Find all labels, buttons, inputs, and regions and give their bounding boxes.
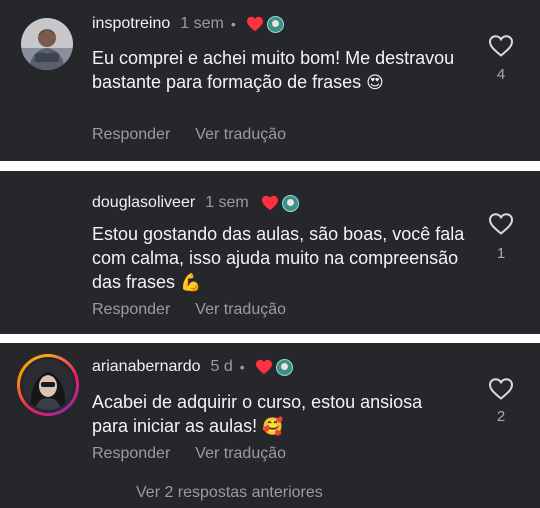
heart-eyes-emoji-icon: 😍 xyxy=(366,73,384,93)
username[interactable]: douglasoliveer xyxy=(92,194,195,212)
reply-button[interactable]: Responder xyxy=(92,445,170,465)
comment-actions: Responder Ver tradução xyxy=(92,445,286,465)
like-heart-icon[interactable] xyxy=(488,34,514,58)
like-count: 4 xyxy=(496,66,506,83)
avatar[interactable] xyxy=(21,18,73,70)
translate-button[interactable]: Ver tradução xyxy=(195,126,286,146)
creator-liked-heart-icon xyxy=(255,359,272,375)
comment-card: arianabernardo 5 d • Acabei de adquirir … xyxy=(0,343,540,508)
comment-body: Eu comprei e achei muito bom! Me destrav… xyxy=(92,48,455,92)
creator-liked-heart-icon xyxy=(246,16,263,32)
creator-avatar-icon xyxy=(275,358,293,376)
creator-avatar-icon xyxy=(281,194,299,212)
comment-meta: inspotreino 1 sem • xyxy=(92,14,284,34)
comment-meta: douglasoliveer 1 sem xyxy=(92,193,299,213)
comment-actions: Responder Ver tradução xyxy=(92,126,286,146)
comment-meta: arianabernardo 5 d • xyxy=(92,357,293,377)
like-heart-icon[interactable] xyxy=(488,212,514,236)
smiling-face-with-hearts-emoji-icon: 🥰 xyxy=(262,417,284,437)
view-previous-replies-button[interactable]: Ver 2 respostas anteriores xyxy=(136,484,323,502)
comment-card: inspotreino 1 sem • Eu comprei e achei m… xyxy=(0,0,540,161)
comment-body: Estou gostando das aulas, são boas, você… xyxy=(92,224,465,292)
translate-button[interactable]: Ver tradução xyxy=(195,445,286,465)
avatar-story-ring[interactable] xyxy=(17,354,79,416)
separator-dot: • xyxy=(230,16,236,32)
timestamp: 5 d xyxy=(210,358,233,375)
comment-text: Estou gostando das aulas, são boas, você… xyxy=(92,222,467,295)
flexed-biceps-emoji-icon: 💪 xyxy=(180,273,202,293)
reply-button[interactable]: Responder xyxy=(92,126,170,146)
comment-actions: Responder Ver tradução xyxy=(92,301,286,321)
timestamp: 1 sem xyxy=(180,15,224,32)
username[interactable]: inspotreino xyxy=(92,15,170,33)
username[interactable]: arianabernardo xyxy=(92,358,201,376)
comment-text: Acabei de adquirir o curso, estou ansios… xyxy=(92,390,462,439)
translate-button[interactable]: Ver tradução xyxy=(195,301,286,321)
timestamp: 1 sem xyxy=(205,194,249,211)
comment-card: douglasoliveer 1 sem Estou gostando das … xyxy=(0,171,540,334)
creator-liked-heart-icon xyxy=(261,195,278,211)
like-heart-icon[interactable] xyxy=(488,377,514,401)
like-count: 2 xyxy=(496,408,506,425)
separator-dot: • xyxy=(239,359,245,375)
creator-avatar-icon xyxy=(266,15,284,33)
avatar xyxy=(23,360,73,410)
reply-button[interactable]: Responder xyxy=(92,301,170,321)
like-count: 1 xyxy=(496,245,506,262)
comment-text: Eu comprei e achei muito bom! Me destrav… xyxy=(92,46,472,95)
comment-body: Acabei de adquirir o curso, estou ansios… xyxy=(92,392,423,436)
